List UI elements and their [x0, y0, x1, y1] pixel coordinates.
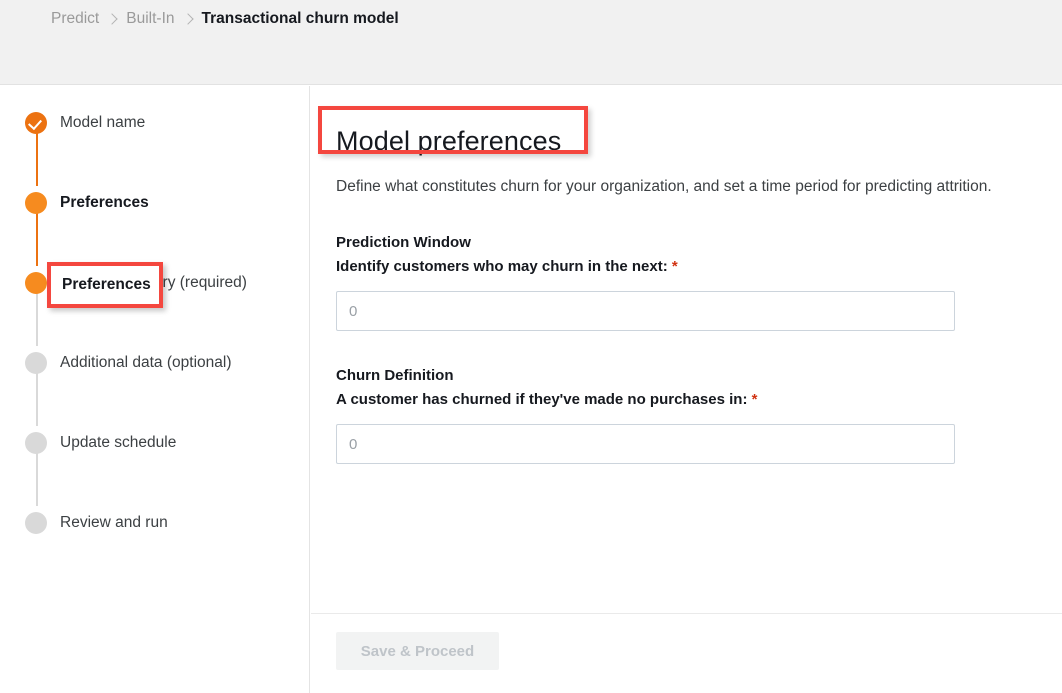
main-content: Model preferences Define what constitute…: [311, 86, 1062, 464]
sidebar-step-model-name[interactable]: Model name: [25, 110, 309, 186]
sidebar-step-label: Preferences: [60, 194, 149, 211]
chevron-right-icon: [108, 12, 117, 27]
breadcrumb-item-current: Transactional churn model: [201, 10, 399, 27]
step-connector: [35, 372, 38, 426]
field-heading: Prediction Window: [336, 234, 471, 251]
app-page: Predict Built-In Transactional churn mod…: [0, 0, 1062, 693]
step-active-dot-icon: [25, 192, 47, 214]
annotation-preferences-label: Preferences: [62, 276, 151, 293]
page-description: Define what constitutes churn for your o…: [336, 178, 992, 195]
breadcrumb: Predict Built-In Transactional churn mod…: [51, 8, 399, 30]
page-header: Predict Built-In Transactional churn mod…: [0, 0, 1062, 85]
field-heading: Churn Definition: [336, 367, 454, 384]
churn-definition-input[interactable]: [336, 424, 955, 464]
sidebar-step-label: Update schedule: [60, 434, 177, 451]
step-connector: [35, 452, 38, 506]
save-and-proceed-button[interactable]: Save & Proceed: [336, 632, 499, 670]
field-label: A customer has churned if they've made n…: [336, 389, 1062, 410]
breadcrumb-item-predict[interactable]: Predict: [51, 8, 99, 30]
field-label-text: Identify customers who may churn in the …: [336, 258, 668, 275]
page-title-wrap: Model preferences: [318, 106, 588, 158]
step-connector: [35, 212, 38, 266]
step-active-dot-icon: [25, 272, 47, 294]
step-connector: [35, 292, 38, 346]
sidebar-step-label: Model name: [60, 114, 146, 131]
page-title: Model preferences: [336, 126, 562, 156]
sidebar-step-preferences[interactable]: Preferences: [25, 190, 309, 266]
step-connector: [35, 132, 38, 186]
sidebar-step-label: Additional data (optional): [60, 354, 232, 371]
main-panel: Model preferences Define what constitute…: [311, 86, 1062, 693]
field-group-churn-definition: Churn Definition A customer has churned …: [336, 365, 1062, 464]
wizard-sidebar: Model name Preferences Purchase history …: [0, 86, 310, 693]
sidebar-step-label: Review and run: [60, 514, 168, 531]
breadcrumb-item-built-in[interactable]: Built-In: [126, 8, 174, 30]
field-label-text: A customer has churned if they've made n…: [336, 391, 748, 408]
sidebar-step-update-schedule[interactable]: Update schedule: [25, 430, 309, 506]
chevron-right-icon: [184, 12, 193, 27]
step-pending-dot-icon: [25, 512, 47, 534]
prediction-window-input[interactable]: [336, 291, 955, 331]
panel-footer: Save & Proceed: [311, 613, 1062, 693]
field-label: Identify customers who may churn in the …: [336, 256, 1062, 277]
sidebar-step-review-and-run[interactable]: Review and run: [25, 510, 309, 536]
step-pending-dot-icon: [25, 352, 47, 374]
sidebar-step-additional-data[interactable]: Additional data (optional): [25, 350, 309, 426]
required-asterisk: *: [751, 391, 758, 408]
step-pending-dot-icon: [25, 432, 47, 454]
annotation-box-preferences: Preferences: [47, 262, 163, 308]
required-asterisk: *: [671, 258, 678, 275]
field-group-prediction-window: Prediction Window Identify customers who…: [336, 232, 1062, 331]
step-complete-check-icon: [25, 112, 47, 134]
step-list: Model name Preferences Purchase history …: [0, 86, 309, 536]
